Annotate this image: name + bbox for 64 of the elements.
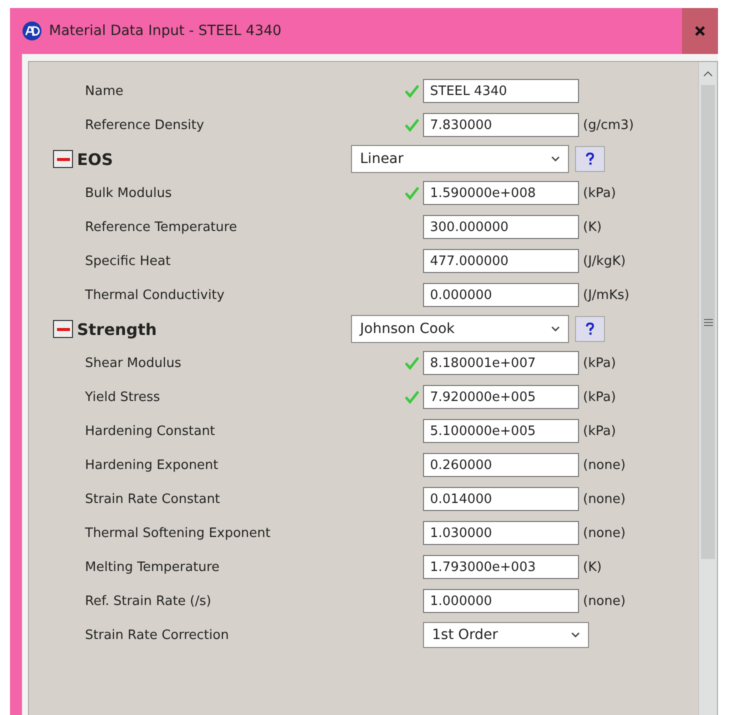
close-button[interactable] — [682, 8, 718, 54]
help-button[interactable] — [575, 146, 605, 172]
close-icon — [694, 25, 706, 37]
unit-label: (kPa) — [583, 390, 616, 404]
input-field[interactable]: 0.000000 — [423, 283, 579, 307]
field-label: Specific Heat — [84, 254, 172, 268]
unit-label: (none) — [583, 594, 626, 608]
field-label: Melting Temperature — [84, 560, 221, 574]
field-label: Thermal Conductivity — [84, 288, 226, 302]
model-dropdown[interactable]: Linear — [351, 145, 569, 173]
section-title: EOS — [76, 150, 114, 168]
app-logo-icon — [22, 21, 42, 41]
scroll-thumb[interactable] — [701, 85, 715, 559]
input-field[interactable]: 7.920000e+005 — [423, 385, 579, 409]
input-field[interactable]: 0.014000 — [423, 487, 579, 511]
input-field[interactable]: 1.793000e+003 — [423, 555, 579, 579]
collapse-button[interactable] — [53, 320, 73, 338]
field-label: Bulk Modulus — [84, 186, 173, 200]
unit-label: (J/kgK) — [583, 254, 626, 268]
dropdown[interactable]: 1st Order — [423, 622, 589, 648]
input-field[interactable]: 1.030000 — [423, 521, 579, 545]
field-label: Hardening Constant — [84, 424, 216, 438]
field-label: Name — [84, 84, 124, 98]
field-label: Ref. Strain Rate (/s) — [84, 594, 212, 608]
collapse-button[interactable] — [53, 150, 73, 168]
field-label: Thermal Softening Exponent — [84, 526, 272, 540]
field-label: Shear Modulus — [84, 356, 182, 370]
question-mark-icon — [585, 322, 595, 336]
unit-label: (kPa) — [583, 186, 616, 200]
unit-label: (g/cm3) — [583, 118, 634, 132]
input-field[interactable]: STEEL 4340 — [423, 79, 579, 103]
unit-label: (K) — [583, 560, 602, 574]
grip-icon — [704, 318, 712, 326]
caret-icon — [551, 326, 560, 332]
field-label: Reference Temperature — [84, 220, 238, 234]
input-field[interactable]: 0.260000 — [423, 453, 579, 477]
input-field[interactable]: 5.100000e+005 — [423, 419, 579, 443]
field-label: Strain Rate Constant — [84, 492, 222, 506]
field-label: Strain Rate Correction — [84, 628, 230, 642]
section-title: Strength — [76, 320, 158, 338]
input-field[interactable]: 477.000000 — [423, 249, 579, 273]
input-field[interactable]: 7.830000 — [423, 113, 579, 137]
field-label: Yield Stress — [84, 390, 162, 404]
unit-label: (kPa) — [583, 356, 616, 370]
scroll-up-icon[interactable] — [703, 71, 713, 77]
help-button[interactable] — [575, 316, 605, 342]
caret-icon — [571, 632, 580, 638]
scrollbar[interactable] — [698, 62, 717, 715]
window-title: Material Data Input - STEEL 4340 — [49, 23, 282, 39]
input-field[interactable]: 8.180001e+007 — [423, 351, 579, 375]
field-label: Hardening Exponent — [84, 458, 220, 472]
model-dropdown[interactable]: Johnson Cook — [351, 315, 569, 343]
input-field[interactable]: 1.000000 — [423, 589, 579, 613]
unit-label: (none) — [583, 492, 626, 506]
unit-label: (J/mKs) — [583, 288, 630, 302]
unit-label: (kPa) — [583, 424, 616, 438]
caret-icon — [551, 156, 560, 162]
input-field[interactable]: 1.590000e+008 — [423, 181, 579, 205]
unit-label: (none) — [583, 458, 626, 472]
unit-label: (none) — [583, 526, 626, 540]
question-mark-icon — [585, 152, 595, 166]
unit-label: (K) — [583, 220, 602, 234]
field-label: Reference Density — [84, 118, 206, 132]
input-field[interactable]: 300.000000 — [423, 215, 579, 239]
